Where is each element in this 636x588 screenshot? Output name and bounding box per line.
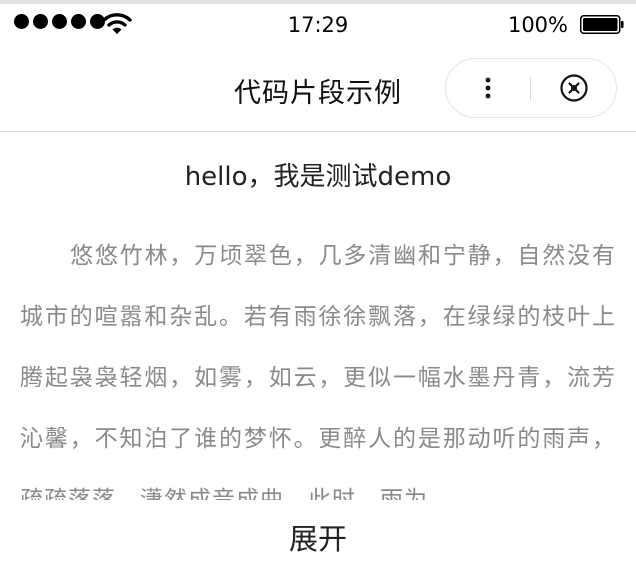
more-dots-icon — [485, 77, 491, 99]
capsule-divider — [530, 77, 531, 101]
article-paragraph: 悠悠竹林，万顷翠色，几多清幽和宁静，自然没有城市的喧嚣和杂乱。若有雨徐徐飘落，在… — [20, 243, 616, 500]
content-title: hello，我是测试demo — [184, 162, 452, 192]
status-bar: 17:29 100% — [0, 4, 636, 44]
mini-program-capsule — [445, 58, 617, 118]
close-circle-icon — [560, 74, 588, 102]
navigation-bar: 代码片段示例 — [0, 44, 636, 132]
battery-percentage: 100% — [507, 13, 568, 37]
close-button[interactable] — [554, 68, 594, 108]
more-button[interactable] — [466, 59, 510, 117]
expand-button[interactable]: 展开 — [0, 516, 636, 558]
battery-icon — [580, 15, 624, 34]
app-screen: 17:29 100% 代码片段示例 hello，我是测试demo 悠悠竹林，万顷… — [0, 0, 636, 588]
